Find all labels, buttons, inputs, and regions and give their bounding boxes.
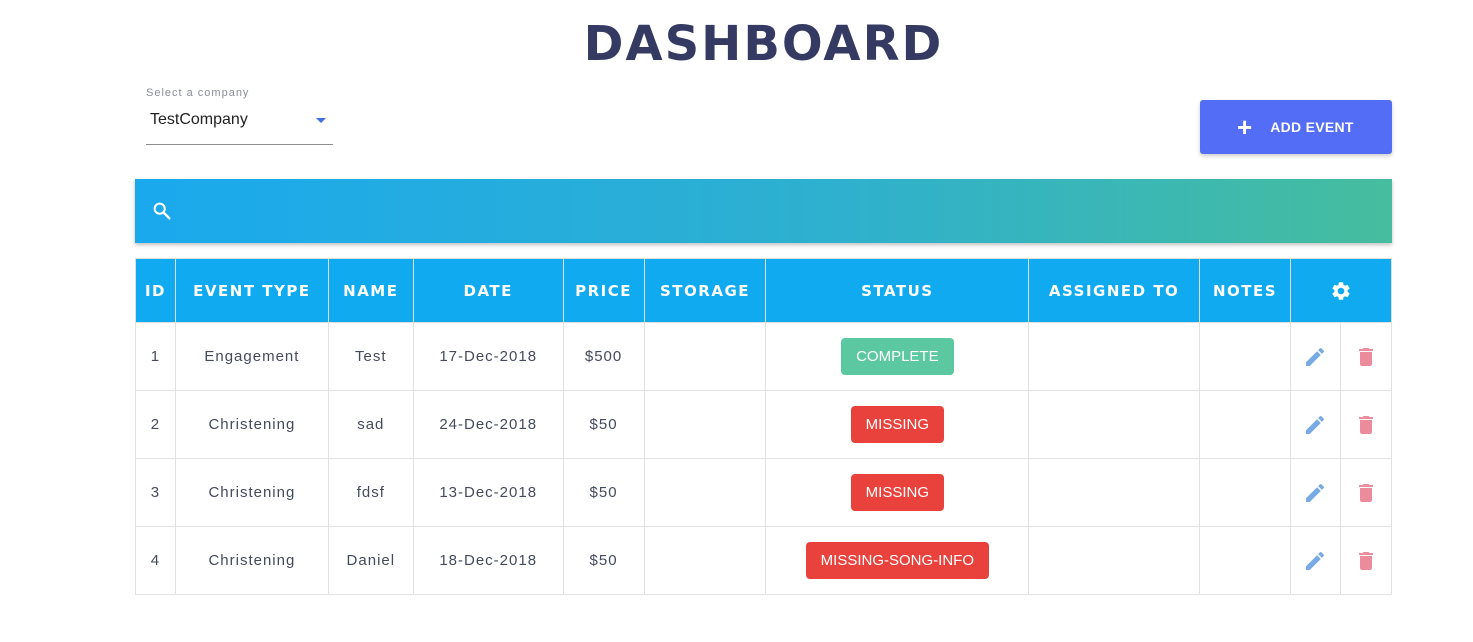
cell-storage	[643, 458, 767, 527]
column-header-storage[interactable]: STORAGE	[643, 258, 767, 323]
cell-date: 13-Dec-2018	[412, 458, 564, 527]
cell-name: fdsf	[327, 458, 414, 527]
cell-notes	[1199, 458, 1292, 527]
table-row: 3 Christening fdsf 13-Dec-2018 $50 MISSING	[135, 458, 1393, 527]
add-event-label: ADD EVENT	[1270, 119, 1354, 135]
trash-icon[interactable]	[1354, 481, 1378, 505]
edit-icon[interactable]	[1303, 413, 1327, 437]
cell-storage	[643, 390, 767, 459]
cell-assigned-to	[1028, 458, 1201, 527]
column-header-event-type[interactable]: EVENT TYPE	[174, 258, 329, 323]
cell-event-type: Engagement	[174, 322, 329, 391]
table-header-row: ID EVENT TYPE NAME DATE PRICE STORAGE ST…	[135, 258, 1392, 323]
column-header-assigned-to[interactable]: ASSIGNED TO	[1028, 258, 1201, 323]
trash-icon[interactable]	[1354, 413, 1378, 437]
cell-id: 4	[135, 526, 176, 595]
cell-storage	[643, 526, 767, 595]
cell-event-type: Christening	[174, 526, 329, 595]
edit-icon[interactable]	[1303, 481, 1327, 505]
trash-icon[interactable]	[1354, 345, 1378, 369]
cell-name: Test	[327, 322, 414, 391]
cell-date: 17-Dec-2018	[412, 322, 564, 391]
column-header-id[interactable]: ID	[135, 258, 176, 323]
cell-status: MISSING-SONG-INFO	[765, 526, 1030, 595]
column-header-price[interactable]: PRICE	[562, 258, 645, 323]
table-row: 2 Christening sad 24-Dec-2018 $50 MISSING	[135, 390, 1393, 459]
status-badge: COMPLETE	[841, 338, 954, 375]
cell-date: 18-Dec-2018	[412, 526, 564, 595]
company-select-field[interactable]: TestCompany	[146, 110, 333, 145]
column-header-name[interactable]: NAME	[327, 258, 414, 323]
cell-price: $500	[562, 322, 645, 391]
events-table: ID EVENT TYPE NAME DATE PRICE STORAGE ST…	[135, 258, 1393, 595]
cell-name: Daniel	[327, 526, 414, 595]
cell-date: 24-Dec-2018	[412, 390, 564, 459]
company-select-value: TestCompany	[150, 111, 248, 128]
caret-down-icon[interactable]	[316, 118, 326, 123]
cell-edit	[1290, 526, 1341, 595]
cell-price: $50	[562, 390, 645, 459]
cell-status: COMPLETE	[765, 322, 1030, 391]
status-badge: MISSING	[850, 406, 945, 443]
cell-id: 3	[135, 458, 176, 527]
cell-delete	[1339, 526, 1393, 595]
page-title: DASHBOARD	[583, 16, 944, 72]
edit-icon[interactable]	[1303, 345, 1327, 369]
cell-edit	[1290, 322, 1341, 391]
column-header-notes[interactable]: NOTES	[1199, 258, 1292, 323]
cell-assigned-to	[1028, 390, 1201, 459]
cell-delete	[1339, 390, 1393, 459]
cell-notes	[1199, 526, 1292, 595]
cell-edit	[1290, 458, 1341, 527]
column-header-status[interactable]: STATUS	[765, 258, 1030, 323]
cell-id: 1	[135, 322, 176, 391]
plus-icon: +	[1237, 112, 1253, 142]
cell-delete	[1339, 322, 1393, 391]
cell-assigned-to	[1028, 526, 1201, 595]
gear-icon[interactable]	[1330, 280, 1352, 302]
cell-status: MISSING	[765, 458, 1030, 527]
cell-assigned-to	[1028, 322, 1201, 391]
add-event-button[interactable]: + ADD EVENT	[1200, 100, 1392, 154]
search-bar	[135, 179, 1392, 243]
search-icon[interactable]	[151, 200, 173, 222]
edit-icon[interactable]	[1303, 549, 1327, 573]
status-badge: MISSING-SONG-INFO	[805, 542, 990, 579]
table-row: 4 Christening Daniel 18-Dec-2018 $50 MISSING-…	[135, 526, 1393, 595]
cell-id: 2	[135, 390, 176, 459]
cell-event-type: Christening	[174, 390, 329, 459]
cell-storage	[643, 322, 767, 391]
status-badge: MISSING	[850, 474, 945, 511]
cell-delete	[1339, 458, 1393, 527]
column-header-settings	[1290, 258, 1392, 323]
column-header-date[interactable]: DATE	[412, 258, 564, 323]
table-row: 1 Engagement Test 17-Dec-2018 $500 COMPLETE	[135, 322, 1393, 391]
cell-price: $50	[562, 526, 645, 595]
search-input[interactable]	[173, 179, 1392, 243]
company-select-label: Select a company	[146, 87, 250, 99]
cell-notes	[1199, 322, 1292, 391]
cell-edit	[1290, 390, 1341, 459]
cell-status: MISSING	[765, 390, 1030, 459]
cell-name: sad	[327, 390, 414, 459]
company-select[interactable]: Select a company TestCompany	[146, 87, 333, 145]
trash-icon[interactable]	[1354, 549, 1378, 573]
cell-notes	[1199, 390, 1292, 459]
cell-event-type: Christening	[174, 458, 329, 527]
cell-price: $50	[562, 458, 645, 527]
